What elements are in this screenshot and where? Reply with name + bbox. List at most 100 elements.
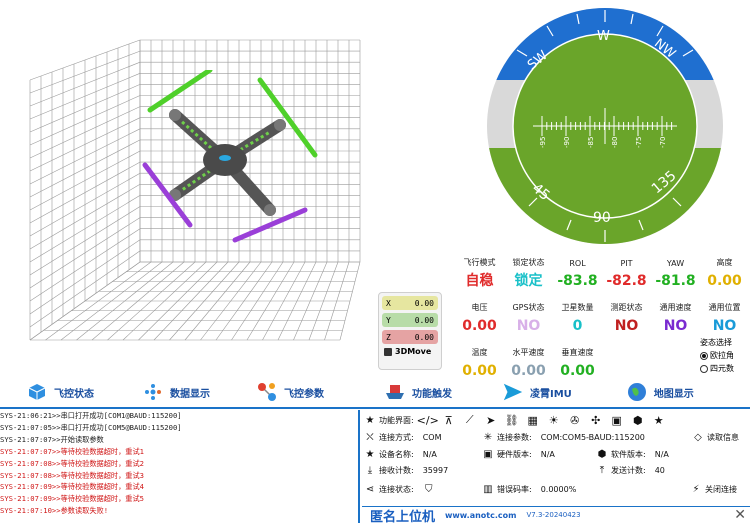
move-z-label: Z bbox=[386, 332, 391, 342]
conn-param-row: ✳ 连接参数: COM:COM5-BAUD:115200 bbox=[482, 429, 645, 445]
sun-icon[interactable]: ☀ bbox=[547, 413, 561, 427]
nodes-icon bbox=[256, 381, 278, 403]
nav-imu[interactable]: 凌霄IMU bbox=[502, 378, 572, 406]
arrow-icon bbox=[502, 381, 524, 403]
log-line: SYS-21:07:08>>等待校验数据超时，重试2 bbox=[0, 458, 144, 468]
globe-icon bbox=[626, 381, 648, 403]
radio-euler[interactable]: 欧拉角 bbox=[700, 350, 734, 361]
brand-url[interactable]: www.anotc.com bbox=[445, 511, 516, 520]
tx-row: ⤒ 发送计数: 40 bbox=[596, 462, 665, 478]
hierarchy-icon[interactable]: ⊼ bbox=[442, 413, 456, 427]
move-z-field[interactable]: Z 0.00 bbox=[382, 330, 438, 344]
star-tool-icon[interactable]: ★ bbox=[652, 413, 666, 427]
rx-row: ⤓ 接收计数: 35997 bbox=[364, 462, 448, 478]
telemetry-label: 测距状态 bbox=[610, 303, 643, 312]
tx-label: 发送计数: bbox=[611, 465, 646, 475]
read-info-label: 读取信息 bbox=[707, 432, 739, 442]
move-y-label: Y bbox=[386, 315, 391, 325]
radio-selected-icon bbox=[700, 351, 708, 360]
cube-small-icon[interactable]: ⬢ bbox=[631, 413, 645, 427]
3d-move-label: 3DMove bbox=[395, 347, 432, 356]
nav-flight-params[interactable]: 飞控参数 bbox=[256, 378, 324, 406]
close-connection-button[interactable]: ⚡ 关闭连接 bbox=[690, 481, 737, 497]
send-icon[interactable]: ➤ bbox=[484, 413, 498, 427]
barcode-icon: ▥ bbox=[483, 483, 493, 495]
rx-value: 35997 bbox=[422, 465, 449, 475]
move-x-value: 0.00 bbox=[414, 298, 434, 308]
3d-viewport[interactable] bbox=[0, 0, 370, 375]
log-line: SYS-21:06:21>>串口打开成功[COM1@BAUD:115200] bbox=[0, 411, 182, 420]
err-label: 错误码率: bbox=[497, 484, 532, 494]
cube-icon bbox=[26, 381, 48, 403]
fan-icon[interactable]: ✇ bbox=[568, 413, 582, 427]
sw-row: ⬢ 软件版本: N/A bbox=[596, 446, 669, 462]
telemetry-value: NO bbox=[516, 318, 541, 334]
device-label: 设备名称: bbox=[379, 449, 414, 459]
telemetry-label: 通用速度 bbox=[659, 303, 692, 312]
attitude-indicator: SW W NW -95 -90 -85 -80 -75 -70 45 90 135 bbox=[487, 8, 723, 244]
device-value: N/A bbox=[422, 449, 437, 459]
close-icon[interactable]: ✕ bbox=[734, 507, 746, 523]
move-z-value: 0.00 bbox=[414, 332, 434, 342]
telemetry-value: 0.00 bbox=[462, 318, 497, 334]
telemetry-label: 飞行模式 bbox=[463, 258, 496, 267]
read-info-button[interactable]: ◇ 读取信息 bbox=[692, 429, 739, 445]
code-icon[interactable]: </> bbox=[417, 413, 439, 427]
conn-param-label: 连接参数: bbox=[497, 432, 532, 442]
nav-label: 功能触发 bbox=[412, 388, 452, 400]
sw-label: 软件版本: bbox=[611, 449, 646, 459]
3d-move-checkbox[interactable]: 3DMove bbox=[382, 347, 438, 356]
telemetry-label-row: 飞行模式 锁定状态 ROL PIT YAW 高度 bbox=[455, 247, 750, 268]
conn-mode-label: 连接方式: bbox=[379, 432, 414, 442]
chart-icon[interactable]: ⟋ bbox=[463, 413, 477, 427]
3d-move-panel: X 0.00 Y 0.00 Z 0.00 3DMove bbox=[378, 292, 442, 370]
device-row: ★ 设备名称: N/A bbox=[364, 446, 437, 462]
log-line: SYS-21:07:09>>等待校验数据超时，重试5 bbox=[0, 494, 144, 504]
tx-value: 40 bbox=[654, 465, 665, 475]
log-line: SYS-21:07:08>>等待校验数据超时，重试3 bbox=[0, 470, 144, 480]
log-line: SYS-21:07:05>>串口打开成功[COM5@BAUD:115200] bbox=[0, 422, 182, 432]
err-value: 0.0000% bbox=[540, 484, 577, 494]
chip-icon[interactable]: ▣ bbox=[610, 413, 624, 427]
telemetry-value: -83.8 bbox=[557, 273, 598, 289]
telemetry-value-row: 0.00 NO 0 NO NO NO bbox=[455, 313, 750, 337]
link-icon[interactable]: ⛓ bbox=[505, 413, 519, 427]
nav-label: 凌霄IMU bbox=[530, 388, 572, 400]
telemetry-label: 通用位置 bbox=[708, 303, 741, 312]
shield-check-icon: ⛉ bbox=[424, 483, 433, 495]
radio-quaternion[interactable]: 四元数 bbox=[700, 363, 734, 374]
move-y-field[interactable]: Y 0.00 bbox=[382, 313, 438, 327]
diamond-icon: ◇ bbox=[694, 431, 702, 443]
move-y-value: 0.00 bbox=[414, 315, 434, 325]
telemetry-label: 锁定状态 bbox=[512, 258, 545, 267]
move-x-field[interactable]: X 0.00 bbox=[382, 296, 438, 310]
move-x-label: X bbox=[386, 298, 391, 308]
telemetry-label-row: 电压 GPS状态 卫星数量 测距状态 通用速度 通用位置 bbox=[455, 292, 750, 313]
move-icon[interactable]: ✣ bbox=[589, 413, 603, 427]
err-row: ▥ 错误码率: 0.0000% bbox=[482, 481, 576, 497]
telemetry-label: YAW bbox=[666, 259, 685, 268]
nav-function-trigger[interactable]: 功能触发 bbox=[384, 378, 452, 406]
telemetry-value: -82.8 bbox=[606, 273, 647, 289]
log-line: SYS-21:07:09>>等待校验数据超时，重试4 bbox=[0, 482, 144, 492]
nav-map-display[interactable]: 地图显示 bbox=[626, 378, 694, 406]
grid-icon[interactable]: ▦ bbox=[526, 413, 540, 427]
nav-label: 飞控参数 bbox=[284, 388, 324, 400]
rx-label: 接收计数: bbox=[379, 465, 414, 475]
telemetry-label: PIT bbox=[620, 259, 633, 268]
nav-data-display[interactable]: 数据显示 bbox=[142, 378, 210, 406]
telemetry-value: NO bbox=[663, 318, 688, 334]
nav-label: 飞控状态 bbox=[54, 388, 94, 400]
telemetry-label: ROL bbox=[569, 259, 586, 268]
pitch-label: -80 bbox=[611, 137, 619, 148]
dots-icon bbox=[142, 381, 164, 403]
telemetry-label: 卫星数量 bbox=[561, 303, 594, 312]
conn-param-value: COM:COM5-BAUD:115200 bbox=[540, 432, 645, 442]
log-console[interactable]: SYS-21:06:21>>串口打开成功[COM1@BAUD:115200] SY… bbox=[0, 410, 360, 523]
roll-label-90: 90 bbox=[593, 210, 611, 226]
conn-state-row: ⋖ 连接状态: ⛉ bbox=[364, 481, 435, 497]
pitch-label: -90 bbox=[563, 137, 571, 148]
nav-flight-status[interactable]: 飞控状态 bbox=[26, 378, 94, 406]
attitude-select: 姿态选择 欧拉角 四元数 bbox=[700, 337, 734, 374]
attitude-select-title: 姿态选择 bbox=[700, 338, 732, 347]
